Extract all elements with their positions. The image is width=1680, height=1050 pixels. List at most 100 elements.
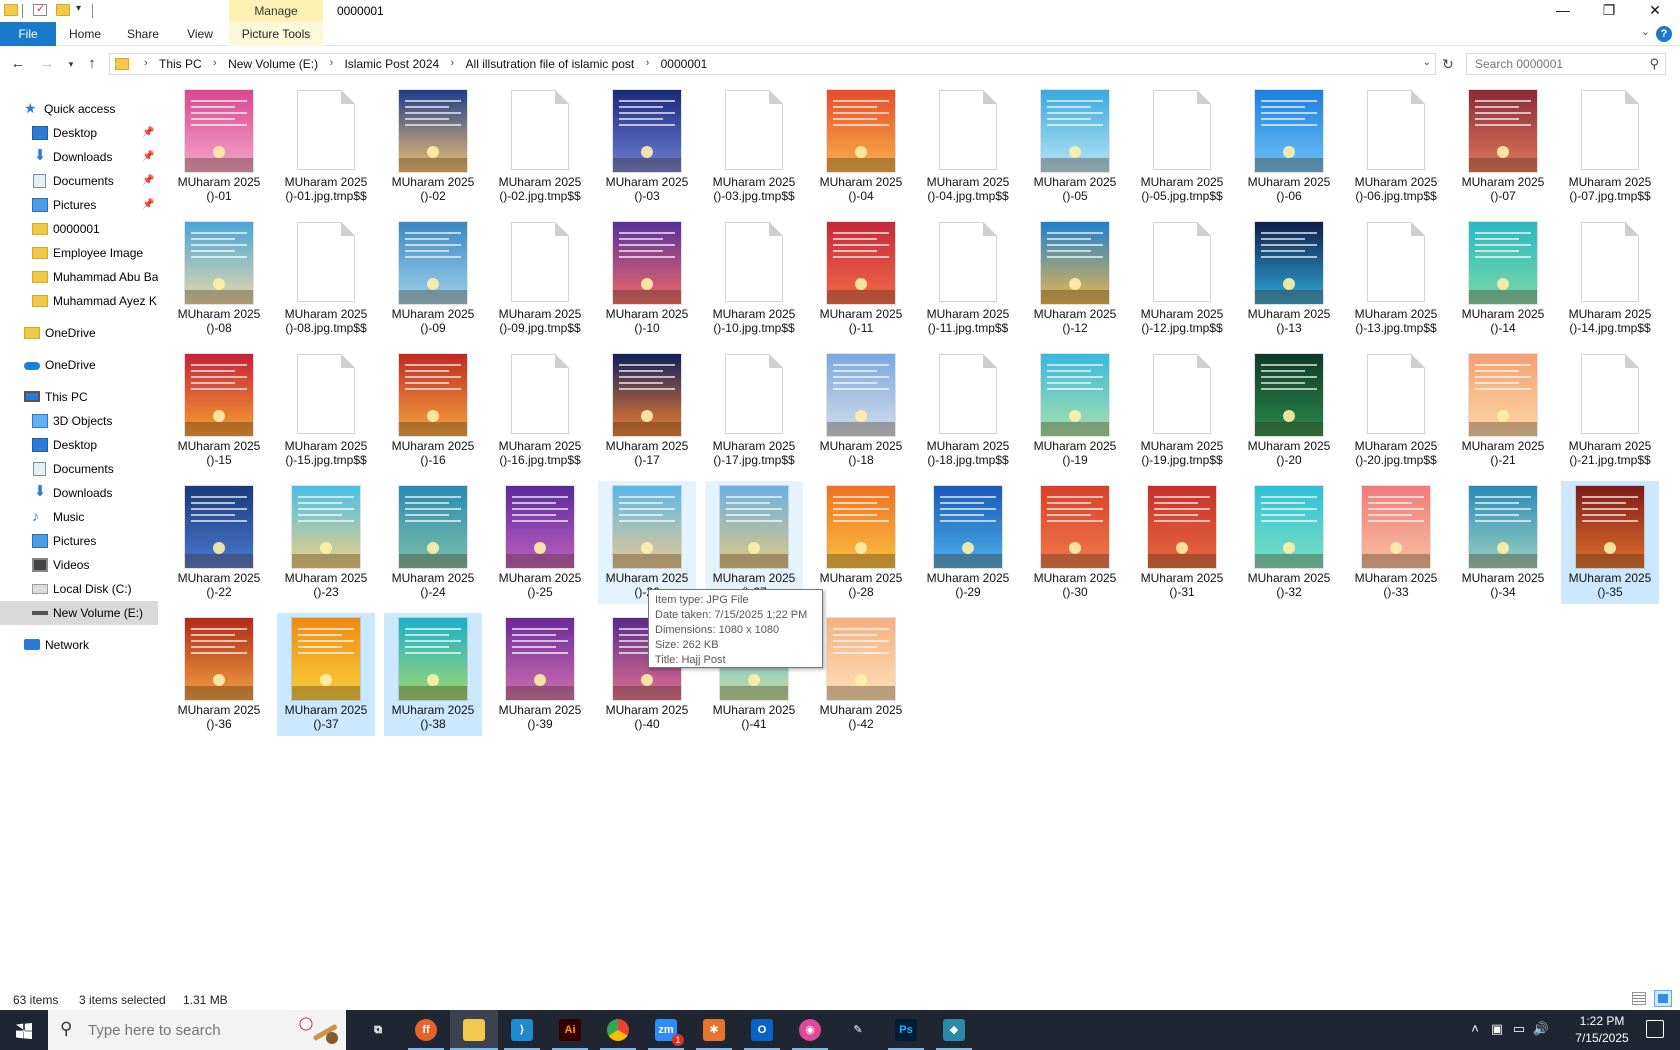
expand-ribbon-icon[interactable]: ⌄ bbox=[1641, 25, 1650, 38]
recent-locations-chevron-icon[interactable]: ▾ bbox=[62, 54, 80, 74]
forward-arrow-icon[interactable]: → bbox=[38, 54, 56, 74]
file-item[interactable]: MUharam 2025 ()-21.jpg.tmp$$ bbox=[1561, 349, 1659, 472]
chevron-right-icon[interactable]: › bbox=[329, 57, 333, 69]
taskbar-app-outlook[interactable]: O bbox=[738, 1010, 786, 1050]
taskbar-app-file-explorer[interactable] bbox=[450, 1010, 498, 1050]
file-item[interactable]: MUharam 2025 ()-20.jpg.tmp$$ bbox=[1347, 349, 1445, 472]
taskbar-app-task-view[interactable]: ⧉ bbox=[354, 1010, 402, 1050]
taskbar-app-photoshop[interactable]: Ps bbox=[882, 1010, 930, 1050]
file-item[interactable]: MUharam 2025 ()-21 bbox=[1454, 349, 1552, 472]
taskbar-search-box[interactable]: ⚲ bbox=[48, 1010, 346, 1050]
file-item[interactable]: MUharam 2025 ()-02.jpg.tmp$$ bbox=[491, 85, 589, 208]
address-bar[interactable]: › This PC › New Volume (E:) › Islamic Po… bbox=[109, 53, 1436, 75]
file-item[interactable]: MUharam 2025 ()-12.jpg.tmp$$ bbox=[1133, 217, 1231, 340]
file-item[interactable]: MUharam 2025 ()-24 bbox=[384, 481, 482, 604]
taskbar-app-illustrator[interactable]: Ai bbox=[546, 1010, 594, 1050]
nav-item-videos[interactable]: Videos bbox=[0, 553, 158, 577]
nav-item-muhammad-ayez[interactable]: Muhammad Ayez K bbox=[0, 289, 158, 313]
taskbar-app-vscode[interactable]: ⟩ bbox=[498, 1010, 546, 1050]
file-item[interactable]: MUharam 2025 ()-13 bbox=[1240, 217, 1338, 340]
file-item[interactable]: MUharam 2025 ()-05 bbox=[1026, 85, 1124, 208]
file-item[interactable]: MUharam 2025 ()-04.jpg.tmp$$ bbox=[919, 85, 1017, 208]
file-item[interactable]: MUharam 2025 ()-31 bbox=[1133, 481, 1231, 604]
quick-access-dropdown-icon[interactable]: ▾ bbox=[76, 3, 81, 14]
nav-item-pc-documents[interactable]: Documents bbox=[0, 457, 158, 481]
nav-onedrive[interactable]: OneDrive bbox=[0, 353, 158, 377]
file-item[interactable]: MUharam 2025 ()-35 bbox=[1561, 481, 1659, 604]
file-item[interactable]: MUharam 2025 ()-01.jpg.tmp$$ bbox=[277, 85, 375, 208]
file-item[interactable]: MUharam 2025 ()-17.jpg.tmp$$ bbox=[705, 349, 803, 472]
taskbar-app-firefox[interactable]: ff bbox=[402, 1010, 450, 1050]
nav-this-pc[interactable]: This PC bbox=[0, 385, 158, 409]
tab-home[interactable]: Home bbox=[64, 22, 106, 46]
file-item[interactable]: MUharam 2025()-27 bbox=[705, 481, 803, 604]
file-item[interactable]: MUharam 2025 ()-42 bbox=[812, 613, 910, 736]
file-item[interactable]: MUharam 2025 ()-39 bbox=[491, 613, 589, 736]
nav-item-new-volume[interactable]: New Volume (E:) bbox=[0, 601, 158, 625]
file-item[interactable]: MUharam 2025 ()-11 bbox=[812, 217, 910, 340]
nav-item-downloads[interactable]: ⬇ Downloads 📌 bbox=[0, 145, 158, 169]
nav-item-music[interactable]: ♪ Music bbox=[0, 505, 158, 529]
file-item[interactable]: MUharam 2025 ()-06.jpg.tmp$$ bbox=[1347, 85, 1445, 208]
nav-item-pc-downloads[interactable]: ⬇ Downloads bbox=[0, 481, 158, 505]
file-item[interactable]: MUharam 2025 ()-26 bbox=[598, 481, 696, 604]
tab-file[interactable]: File bbox=[0, 22, 56, 46]
file-item[interactable]: MUharam 2025 ()-20 bbox=[1240, 349, 1338, 472]
restore-button[interactable]: ❐ bbox=[1586, 0, 1632, 22]
file-item[interactable]: MUharam 2025 ()-03.jpg.tmp$$ bbox=[705, 85, 803, 208]
file-item[interactable]: MUharam 2025 ()-38 bbox=[384, 613, 482, 736]
manage-context-tab[interactable]: Manage bbox=[229, 0, 323, 24]
file-item[interactable]: MUharam 2025 ()-30 bbox=[1026, 481, 1124, 604]
notification-icon[interactable] bbox=[1646, 1020, 1664, 1038]
file-item[interactable]: MUharam 2025 ()-28 bbox=[812, 481, 910, 604]
file-item[interactable]: MUharam 2025 ()-10.jpg.tmp$$ bbox=[705, 217, 803, 340]
nav-item-pictures[interactable]: Pictures 📌 bbox=[0, 193, 158, 217]
file-item[interactable]: MUharam 2025 ()-09.jpg.tmp$$ bbox=[491, 217, 589, 340]
file-item[interactable]: MUharam 2025 ()-15 bbox=[170, 349, 268, 472]
file-item[interactable]: MUharam 2025 ()-12 bbox=[1026, 217, 1124, 340]
close-button[interactable]: ✕ bbox=[1632, 0, 1678, 22]
large-icons-view-icon[interactable] bbox=[1654, 990, 1672, 1007]
nav-item-0000001[interactable]: 0000001 bbox=[0, 217, 158, 241]
taskbar-app-chrome[interactable] bbox=[594, 1010, 642, 1050]
file-item[interactable]: MUharam 2025 ()-06 bbox=[1240, 85, 1338, 208]
taskbar-app-zoom[interactable]: zm 1 bbox=[642, 1010, 690, 1050]
file-item[interactable]: MUharam 2025 ()-17 bbox=[598, 349, 696, 472]
chevron-right-icon[interactable]: › bbox=[144, 57, 148, 69]
file-item[interactable]: MUharam 2025 ()-08 bbox=[170, 217, 268, 340]
help-icon[interactable]: ? bbox=[1656, 26, 1672, 42]
chevron-right-icon[interactable]: › bbox=[451, 57, 455, 69]
breadcrumb-islamic-post[interactable]: Islamic Post 2024 bbox=[344, 57, 439, 71]
file-item[interactable]: MUharam 2025 ()-10 bbox=[598, 217, 696, 340]
nav-item-pc-pictures[interactable]: Pictures bbox=[0, 529, 158, 553]
nav-item-3d-objects[interactable]: 3D Objects bbox=[0, 409, 158, 433]
tab-share[interactable]: Share bbox=[120, 22, 166, 46]
file-item[interactable]: MUharam 2025 ()-36 bbox=[170, 613, 268, 736]
file-item[interactable]: MUharam 2025 ()-14 bbox=[1454, 217, 1552, 340]
refresh-icon[interactable]: ↻ bbox=[1438, 53, 1458, 75]
file-item[interactable]: MUharam 2025 ()-19.jpg.tmp$$ bbox=[1133, 349, 1231, 472]
file-item[interactable]: MUharam 2025 ()-13.jpg.tmp$$ bbox=[1347, 217, 1445, 340]
taskbar-app-hotspot[interactable]: ✱ bbox=[690, 1010, 738, 1050]
file-item[interactable]: MUharam 2025 ()-01 bbox=[170, 85, 268, 208]
clock[interactable]: 1:22 PM 7/15/2025 bbox=[1562, 1013, 1642, 1047]
nav-quick-access[interactable]: ★ Quick access bbox=[0, 97, 158, 121]
file-item[interactable]: MUharam 2025 ()-18.jpg.tmp$$ bbox=[919, 349, 1017, 472]
taskbar-search-input[interactable] bbox=[88, 1020, 288, 1040]
breadcrumb-illustration-files[interactable]: All illsutration file of islamic post bbox=[466, 57, 635, 71]
nav-network[interactable]: Network bbox=[0, 633, 158, 657]
file-item[interactable]: MUharam 2025 ()-19 bbox=[1026, 349, 1124, 472]
file-item[interactable]: MUharam 2025 ()-11.jpg.tmp$$ bbox=[919, 217, 1017, 340]
file-item[interactable]: MUharam 2025 ()-34 bbox=[1454, 481, 1552, 604]
file-item[interactable]: MUharam 2025 ()-25 bbox=[491, 481, 589, 604]
nav-item-desktop[interactable]: Desktop 📌 bbox=[0, 121, 158, 145]
new-folder-icon[interactable] bbox=[56, 4, 70, 16]
taskbar-app-pen-tool[interactable]: ✎ bbox=[834, 1010, 882, 1050]
search-icon[interactable]: ⚲ bbox=[1649, 56, 1659, 72]
breadcrumb-new-volume[interactable]: New Volume (E:) bbox=[228, 57, 318, 71]
file-item[interactable]: MUharam 2025 ()-03 bbox=[598, 85, 696, 208]
chevron-down-icon[interactable]: ⌄ bbox=[1423, 57, 1431, 68]
tab-picture-tools[interactable]: Picture Tools bbox=[229, 22, 323, 46]
breadcrumb-this-pc[interactable]: This PC bbox=[159, 57, 202, 71]
tab-view[interactable]: View bbox=[178, 22, 222, 46]
